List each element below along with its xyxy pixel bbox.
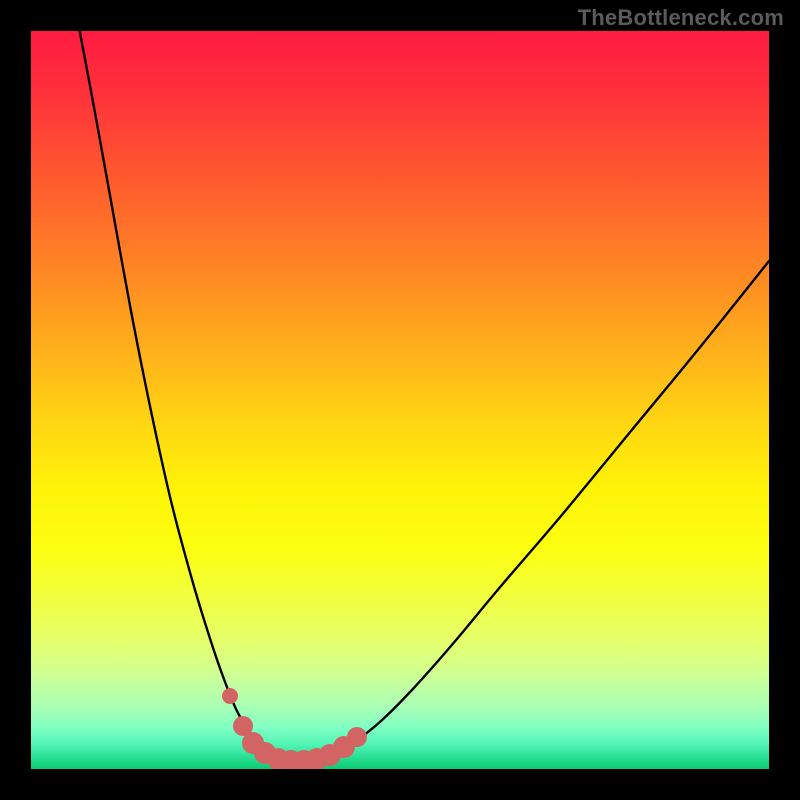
curve-layer <box>31 31 769 769</box>
watermark-text: TheBottleneck.com <box>578 5 784 31</box>
curve-marker <box>222 688 238 704</box>
chart-frame <box>31 31 769 769</box>
curve-marker <box>347 727 367 747</box>
curve-markers <box>222 688 367 769</box>
bottleneck-curve <box>74 31 769 761</box>
